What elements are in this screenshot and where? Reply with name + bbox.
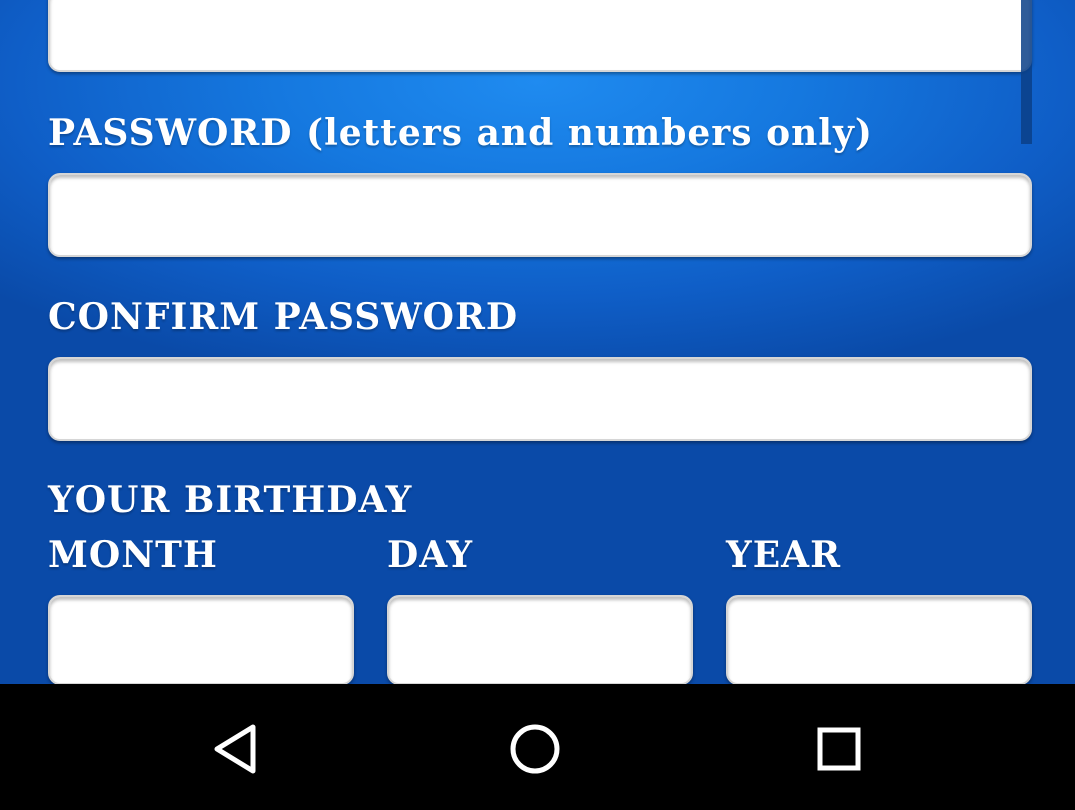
year-input[interactable] [728,597,1030,683]
day-input[interactable] [389,597,691,683]
password-input[interactable] [50,175,1030,255]
back-button[interactable] [200,714,270,784]
password-label: PASSWORD (letters and numbers only) [48,112,873,154]
previous-input[interactable] [50,0,1030,70]
password-field[interactable] [48,173,1032,257]
previous-input-field[interactable] [48,0,1032,72]
day-label: DAY [387,534,474,576]
signup-screen: PASSWORD (letters and numbers only) CONF… [0,0,1075,810]
signup-form: PASSWORD (letters and numbers only) CONF… [0,0,1075,684]
confirm-password-field[interactable] [48,357,1032,441]
birthday-label: YOUR BIRTHDAY [48,479,413,521]
year-field[interactable] [726,595,1032,684]
triangle-back-icon [214,724,256,774]
confirm-password-input[interactable] [50,359,1030,439]
recents-button[interactable] [804,714,874,784]
month-input[interactable] [50,597,352,683]
month-label: MONTH [48,534,218,576]
square-recents-icon [817,727,861,771]
home-button[interactable] [500,714,570,784]
month-field[interactable] [48,595,354,684]
scrollbar[interactable] [1021,0,1032,144]
circle-home-icon [510,724,560,774]
confirm-password-label: CONFIRM PASSWORD [48,296,519,338]
year-label: YEAR [726,534,841,576]
day-field[interactable] [387,595,693,684]
android-navigation-bar [0,684,1075,810]
